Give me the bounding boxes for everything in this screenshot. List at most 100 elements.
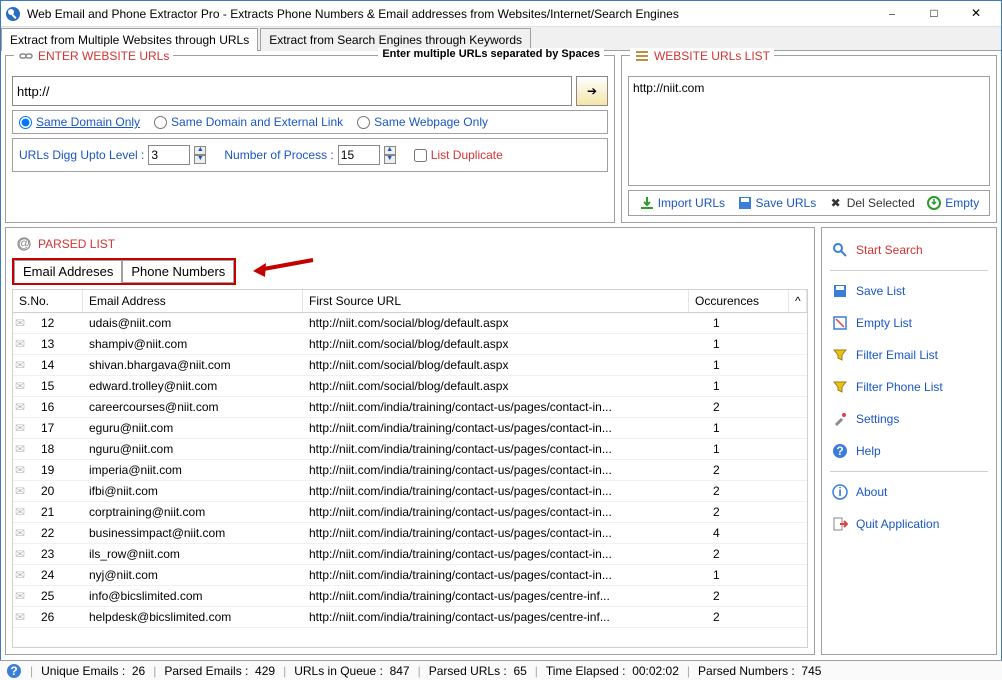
- col-email[interactable]: Email Address: [83, 290, 303, 312]
- filter-email-button[interactable]: Filter Email List: [830, 343, 988, 367]
- cell-sno: 16: [35, 398, 83, 416]
- start-search-button[interactable]: Start Search: [830, 238, 988, 262]
- table-row[interactable]: ✉22businessimpact@niit.comhttp://niit.co…: [13, 523, 807, 544]
- url-list[interactable]: http://niit.com: [628, 76, 990, 186]
- cell-url: http://niit.com/india/training/contact-u…: [303, 524, 707, 542]
- table-row[interactable]: ✉16careercourses@niit.comhttp://niit.com…: [13, 397, 807, 418]
- url-actions: Import URLs Save URLs ✖Del Selected Empt…: [628, 190, 990, 216]
- close-button[interactable]: ✕: [955, 1, 997, 27]
- delete-icon: ✖: [828, 195, 844, 211]
- window-title: Web Email and Phone Extractor Pro - Extr…: [27, 7, 871, 21]
- col-url[interactable]: First Source URL: [303, 290, 689, 312]
- url-input[interactable]: [12, 76, 572, 106]
- table-body[interactable]: ✉12udais@niit.comhttp://niit.com/social/…: [13, 313, 807, 647]
- process-input[interactable]: [338, 145, 380, 165]
- about-button[interactable]: iAbout: [830, 480, 988, 504]
- mail-icon: ✉: [13, 419, 35, 437]
- cell-email: helpdesk@bicslimited.com: [83, 608, 303, 626]
- cell-occurences: 2: [707, 461, 807, 479]
- col-occurences[interactable]: Occurences: [689, 290, 789, 312]
- save-icon: [737, 195, 753, 211]
- table-row[interactable]: ✉13shampiv@niit.comhttp://niit.com/socia…: [13, 334, 807, 355]
- table-row[interactable]: ✉24nyj@niit.comhttp://niit.com/india/tra…: [13, 565, 807, 586]
- cell-email: ifbi@niit.com: [83, 482, 303, 500]
- radio-external[interactable]: Same Domain and External Link: [154, 115, 343, 129]
- filter-phone-button[interactable]: Filter Phone List: [830, 375, 988, 399]
- settings-button[interactable]: Settings: [830, 407, 988, 431]
- save-urls-button[interactable]: Save URLs: [737, 195, 817, 211]
- cell-occurences: 2: [707, 503, 807, 521]
- mail-icon: ✉: [13, 482, 35, 500]
- cell-email: shampiv@niit.com: [83, 335, 303, 353]
- maximize-button[interactable]: □: [913, 1, 955, 27]
- status-elapsed: Time Elapsed : 00:02:02: [546, 664, 679, 678]
- cell-occurences: 1: [707, 566, 807, 584]
- enter-urls-title: ENTER WEBSITE URLs: [14, 48, 173, 64]
- table-row[interactable]: ✉15edward.trolley@niit.comhttp://niit.co…: [13, 376, 807, 397]
- help-button[interactable]: ?Help: [830, 439, 988, 463]
- cell-sno: 20: [35, 482, 83, 500]
- cell-url: http://niit.com/india/training/contact-u…: [303, 608, 707, 626]
- table-row[interactable]: ✉19imperia@niit.comhttp://niit.com/india…: [13, 460, 807, 481]
- cell-sno: 25: [35, 587, 83, 605]
- urls-list-title: WEBSITE URLs LIST: [630, 48, 774, 64]
- table-row[interactable]: ✉17eguru@niit.comhttp://niit.com/india/t…: [13, 418, 807, 439]
- mail-icon: ✉: [13, 440, 35, 458]
- cell-email: eguru@niit.com: [83, 419, 303, 437]
- cell-email: imperia@niit.com: [83, 461, 303, 479]
- svg-text:@: @: [18, 236, 30, 250]
- cell-url: http://niit.com/social/blog/default.aspx: [303, 314, 707, 332]
- mail-icon: ✉: [13, 398, 35, 416]
- cell-url: http://niit.com/social/blog/default.aspx: [303, 356, 707, 374]
- table-row[interactable]: ✉26helpdesk@bicslimited.comhttp://niit.c…: [13, 607, 807, 628]
- cell-url: http://niit.com/india/training/contact-u…: [303, 545, 707, 563]
- table-row[interactable]: ✉18nguru@niit.comhttp://niit.com/india/t…: [13, 439, 807, 460]
- status-help-icon[interactable]: ?: [6, 663, 22, 679]
- table-row[interactable]: ✉14shivan.bhargava@niit.comhttp://niit.c…: [13, 355, 807, 376]
- del-selected-button[interactable]: ✖Del Selected: [828, 195, 915, 211]
- url-list-item[interactable]: http://niit.com: [633, 81, 985, 95]
- quit-button[interactable]: Quit Application: [830, 512, 988, 536]
- cell-email: nyj@niit.com: [83, 566, 303, 584]
- minimize-button[interactable]: –: [871, 1, 913, 27]
- cell-url: http://niit.com/india/training/contact-u…: [303, 440, 707, 458]
- digg-spinner[interactable]: ▲▼: [194, 146, 206, 164]
- list-duplicate-checkbox[interactable]: List Duplicate: [414, 148, 503, 162]
- go-button[interactable]: ➔: [576, 76, 608, 106]
- cell-email: info@bicslimited.com: [83, 587, 303, 605]
- cell-email: businessimpact@niit.com: [83, 524, 303, 542]
- cell-occurences: 2: [707, 587, 807, 605]
- status-unique-emails: Unique Emails : 26: [41, 664, 145, 678]
- tab-phone-numbers[interactable]: Phone Numbers: [122, 260, 234, 283]
- table-row[interactable]: ✉23ils_row@niit.comhttp://niit.com/india…: [13, 544, 807, 565]
- mail-icon: ✉: [13, 566, 35, 584]
- funnel-icon: [832, 347, 848, 363]
- table-row[interactable]: ✉21corptraining@niit.comhttp://niit.com/…: [13, 502, 807, 523]
- mail-icon: ✉: [13, 461, 35, 479]
- svg-text:?: ?: [836, 444, 843, 458]
- col-sno[interactable]: S.No.: [13, 290, 83, 312]
- info-icon: i: [832, 484, 848, 500]
- table-row[interactable]: ✉20ifbi@niit.comhttp://niit.com/india/tr…: [13, 481, 807, 502]
- help-icon: ?: [832, 443, 848, 459]
- table-row[interactable]: ✉12udais@niit.comhttp://niit.com/social/…: [13, 313, 807, 334]
- mail-icon: ✉: [13, 335, 35, 353]
- cell-email: nguru@niit.com: [83, 440, 303, 458]
- empty-list-button[interactable]: Empty List: [830, 311, 988, 335]
- tools-icon: [832, 411, 848, 427]
- proc-spinner[interactable]: ▲▼: [384, 146, 396, 164]
- import-urls-button[interactable]: Import URLs: [639, 195, 725, 211]
- cell-occurences: 2: [707, 482, 807, 500]
- tab-email-addresses[interactable]: Email Addreses: [14, 260, 122, 283]
- empty-button[interactable]: Empty: [926, 195, 979, 211]
- cell-sno: 13: [35, 335, 83, 353]
- table-row[interactable]: ✉25info@bicslimited.comhttp://niit.com/i…: [13, 586, 807, 607]
- radio-same-page[interactable]: Same Webpage Only: [357, 115, 488, 129]
- svg-text:?: ?: [10, 664, 17, 678]
- cell-url: http://niit.com/india/training/contact-u…: [303, 587, 707, 605]
- table-header: S.No. Email Address First Source URL Occ…: [13, 290, 807, 313]
- digg-level-input[interactable]: [148, 145, 190, 165]
- separator: [830, 471, 988, 472]
- save-list-button[interactable]: Save List: [830, 279, 988, 303]
- radio-same-domain[interactable]: Same Domain Only: [19, 115, 140, 129]
